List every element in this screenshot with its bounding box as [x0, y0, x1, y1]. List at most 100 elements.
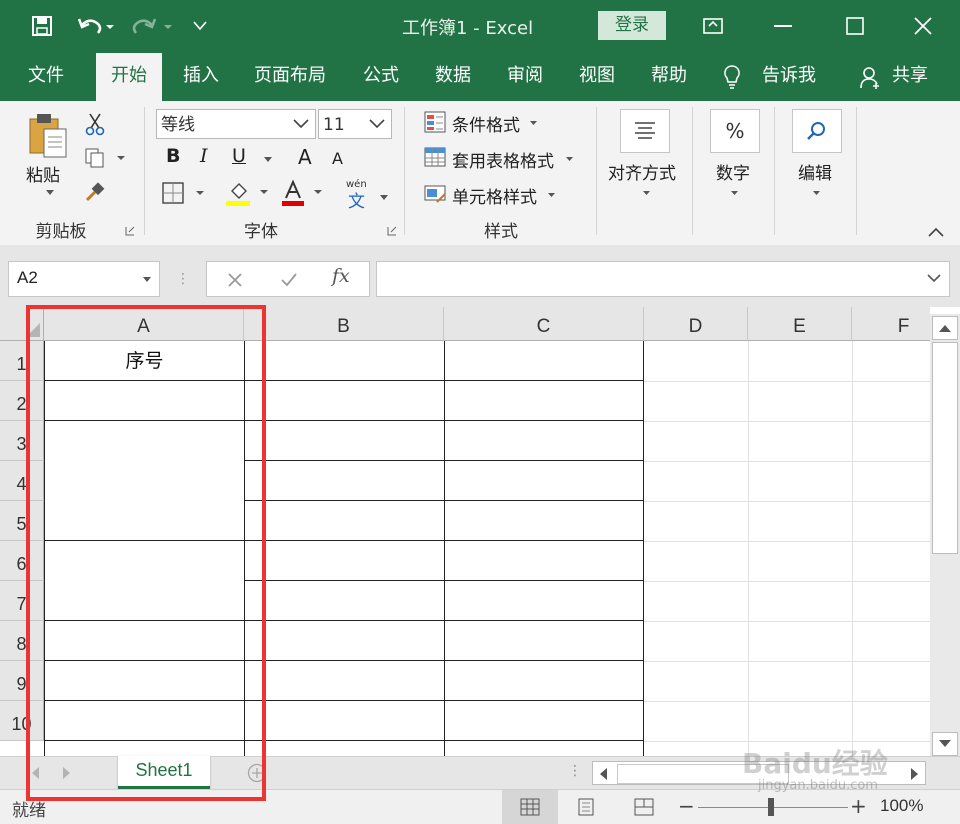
underline-dropdown-icon[interactable]	[262, 155, 274, 163]
share-button[interactable]: 共享	[886, 53, 934, 101]
tab-home[interactable]: 开始	[96, 53, 162, 101]
font-size-combo[interactable]: 11	[318, 109, 392, 139]
page-break-view-icon[interactable]	[632, 796, 656, 818]
window-title: 工作簿1 - Excel	[402, 18, 534, 39]
formula-input[interactable]	[376, 261, 950, 297]
fill-color-icon[interactable]	[224, 179, 272, 207]
cell-styles-icon[interactable]	[422, 181, 448, 207]
enter-check-icon[interactable]	[276, 267, 302, 293]
font-color-icon[interactable]	[280, 179, 328, 207]
tab-file[interactable]: 文件	[14, 53, 78, 101]
maximize-icon[interactable]	[842, 13, 868, 39]
expand-formula-icon	[927, 274, 941, 283]
tab-insert[interactable]: 插入	[172, 53, 230, 101]
alignment-button[interactable]: 对齐方式	[608, 159, 676, 184]
conditional-format-icon[interactable]	[422, 109, 448, 135]
clipboard-launcher-icon[interactable]	[124, 225, 136, 237]
format-as-table-icon[interactable]	[422, 145, 448, 171]
vertical-scrollbar[interactable]	[930, 314, 960, 756]
column-header-e[interactable]: E	[748, 307, 852, 341]
borders-icon[interactable]	[160, 179, 208, 207]
chevron-down-icon	[528, 119, 538, 127]
scroll-right-icon	[911, 768, 918, 780]
format-painter-icon[interactable]	[82, 179, 108, 205]
watermark: Baidu经验	[742, 747, 888, 780]
font-name-combo[interactable]: 等线	[156, 109, 316, 139]
search-icon[interactable]	[792, 109, 842, 153]
chevron-down-icon	[369, 119, 385, 129]
drag-handle-icon[interactable]: ⋮	[176, 271, 190, 287]
formula-bar-area: A2 ⋮ fx	[0, 245, 960, 307]
decrease-font-button[interactable]: A	[332, 149, 343, 168]
font-launcher-icon[interactable]	[386, 225, 398, 237]
paste-button[interactable]: 粘贴	[26, 161, 60, 186]
tab-view[interactable]: 视图	[568, 53, 626, 101]
normal-view-button[interactable]	[502, 790, 558, 824]
font-name-value: 等线	[161, 115, 195, 135]
customize-qat-icon[interactable]	[190, 16, 210, 36]
font-size-value: 11	[323, 115, 345, 135]
collapse-ribbon-icon[interactable]	[926, 225, 946, 239]
conditional-format-button[interactable]: 条件格式	[452, 111, 520, 136]
cell-styles-button[interactable]: 单元格样式	[452, 183, 537, 208]
lightbulb-icon[interactable]	[720, 63, 744, 91]
minimize-icon[interactable]	[770, 13, 796, 39]
redo-icon[interactable]	[130, 14, 176, 38]
zoom-level[interactable]: 100%	[880, 796, 923, 816]
share-person-icon[interactable]	[858, 65, 882, 91]
ribbon-display-options-icon[interactable]	[700, 13, 726, 39]
scroll-left-icon	[600, 768, 607, 780]
column-header-b[interactable]: B	[244, 307, 444, 341]
format-as-table-button[interactable]: 套用表格格式	[452, 147, 554, 172]
zoom-slider-thumb[interactable]	[768, 798, 774, 816]
scroll-up-button[interactable]	[932, 316, 958, 340]
copy-icon[interactable]	[82, 145, 128, 171]
chevron-down-icon	[564, 155, 574, 163]
tab-page-layout[interactable]: 页面布局	[246, 53, 334, 101]
insert-function-button[interactable]: fx	[332, 265, 350, 287]
bold-button[interactable]: B	[166, 145, 180, 167]
ribbon-home: 粘贴 剪贴板 等线 11 B I U A A wén 文 字体 条件格式 套用表…	[0, 101, 960, 246]
watermark-url: jingyan.baidu.com	[758, 778, 878, 793]
normal-view-icon	[520, 798, 540, 816]
chevron-down-icon	[293, 119, 309, 129]
zoom-out-button[interactable]: −	[678, 794, 695, 818]
tell-me-search[interactable]: 告诉我	[754, 53, 824, 101]
chevron-down-icon	[143, 277, 151, 282]
close-icon[interactable]	[910, 13, 936, 39]
save-icon[interactable]	[30, 14, 54, 38]
paste-dropdown-icon[interactable]	[44, 187, 56, 197]
font-group-label: 字体	[244, 222, 278, 242]
column-header-c[interactable]: C	[444, 307, 644, 341]
phonetic-dropdown-icon[interactable]	[378, 193, 390, 201]
name-box-value: A2	[17, 268, 38, 287]
login-button[interactable]: 登录	[598, 11, 666, 40]
italic-button[interactable]: I	[200, 145, 208, 167]
cancel-icon[interactable]	[222, 267, 248, 293]
zoom-in-button[interactable]: +	[850, 794, 867, 818]
tab-data[interactable]: 数据	[424, 53, 482, 101]
increase-font-button[interactable]: A	[298, 145, 312, 169]
undo-icon[interactable]	[76, 14, 116, 38]
chevron-down-icon	[810, 189, 822, 197]
cut-icon[interactable]	[82, 111, 108, 137]
number-button[interactable]: 数字	[716, 159, 750, 184]
number-format-icon[interactable]: %	[710, 109, 760, 153]
column-header-d[interactable]: D	[644, 307, 748, 341]
tab-formulas[interactable]: 公式	[352, 53, 410, 101]
phonetic-guide-button[interactable]: 文	[348, 187, 365, 212]
name-box[interactable]: A2	[8, 261, 160, 297]
tab-review[interactable]: 审阅	[496, 53, 554, 101]
alignment-icon[interactable]	[620, 109, 670, 153]
vertical-scroll-thumb[interactable]	[932, 342, 958, 554]
underline-button[interactable]: U	[232, 145, 246, 167]
page-layout-view-icon[interactable]	[574, 796, 598, 818]
highlight-box	[26, 305, 266, 801]
split-handle-icon[interactable]: ⋮	[568, 763, 582, 779]
title-bar: 工作簿1 - Excel 登录	[0, 0, 960, 53]
scroll-down-button[interactable]	[932, 732, 958, 756]
tab-help[interactable]: 帮助	[640, 53, 698, 101]
editing-button[interactable]: 编辑	[798, 159, 832, 184]
paste-icon[interactable]	[26, 111, 72, 159]
column-header-f[interactable]: F	[852, 307, 930, 341]
